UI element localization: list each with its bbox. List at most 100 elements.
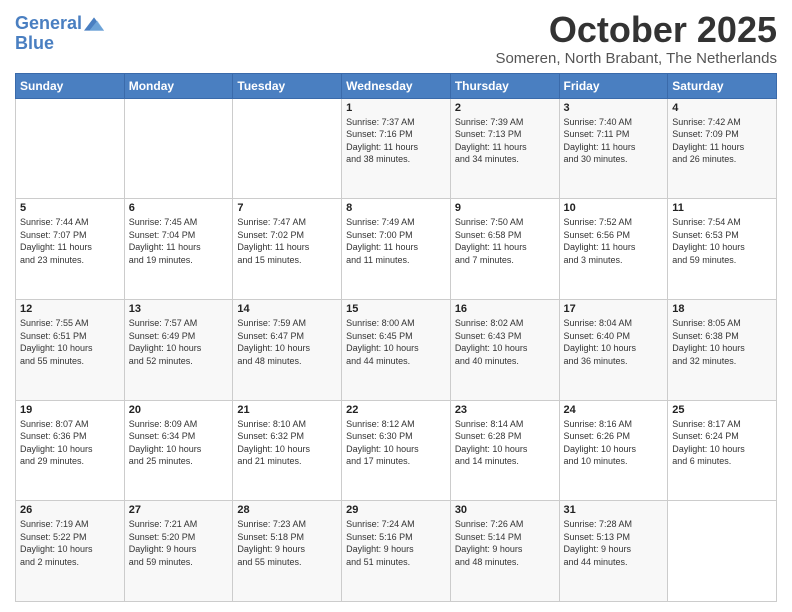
day-info: Sunrise: 7:24 AM Sunset: 5:16 PM Dayligh… (346, 518, 446, 568)
day-header-wednesday: Wednesday (342, 73, 451, 98)
day-number: 20 (129, 404, 229, 416)
day-info: Sunrise: 7:28 AM Sunset: 5:13 PM Dayligh… (564, 518, 664, 568)
calendar-cell (124, 98, 233, 199)
day-info: Sunrise: 7:39 AM Sunset: 7:13 PM Dayligh… (455, 116, 555, 166)
calendar-cell: 22Sunrise: 8:12 AM Sunset: 6:30 PM Dayli… (342, 400, 451, 501)
day-number: 25 (672, 404, 772, 416)
calendar-cell (16, 98, 125, 199)
day-info: Sunrise: 7:52 AM Sunset: 6:56 PM Dayligh… (564, 216, 664, 266)
day-number: 7 (237, 202, 337, 214)
day-header-saturday: Saturday (668, 73, 777, 98)
day-info: Sunrise: 7:57 AM Sunset: 6:49 PM Dayligh… (129, 317, 229, 367)
calendar-cell: 25 Sunrise: 8:17 AM Sunset: 6:24 PM Dayli… (668, 400, 777, 501)
calendar-cell: 6 Sunrise: 7:45 AM Sunset: 7:04 PM Daylig… (124, 199, 233, 300)
day-info: Sunrise: 7:37 AM Sunset: 7:16 PM Dayligh… (346, 116, 446, 166)
logo: General Blue (15, 14, 104, 54)
day-info: Sunrise: 8:00 AM Sunset: 6:45 PM Dayligh… (346, 317, 446, 367)
day-header-friday: Friday (559, 73, 668, 98)
day-number: 3 (564, 102, 664, 114)
day-info: Sunrise: 7:21 AM Sunset: 5:20 PM Dayligh… (129, 518, 229, 568)
day-info: Sunrise: 8:12 AM Sunset: 6:30 PM Dayligh… (346, 418, 446, 468)
day-header-sunday: Sunday (16, 73, 125, 98)
day-info: Sunrise: 8:10 AM Sunset: 6:32 PM Dayligh… (237, 418, 337, 468)
header: General Blue October 2025 Someren, North… (15, 10, 777, 67)
day-number: 6 (129, 202, 229, 214)
day-info: Sunrise: 8:16 AM Sunset: 6:26 PM Dayligh… (564, 418, 664, 468)
day-header-thursday: Thursday (450, 73, 559, 98)
calendar-cell: 13 Sunrise: 7:57 AM Sunset: 6:49 PM Dayli… (124, 299, 233, 400)
calendar-header-row: SundayMondayTuesdayWednesdayThursdayFrid… (16, 73, 777, 98)
day-number: 24 (564, 404, 664, 416)
day-info: Sunrise: 7:49 AM Sunset: 7:00 PM Dayligh… (346, 216, 446, 266)
day-info: Sunrise: 8:09 AM Sunset: 6:34 PM Dayligh… (129, 418, 229, 468)
day-info: Sunrise: 7:19 AM Sunset: 5:22 PM Dayligh… (20, 518, 120, 568)
day-info: Sunrise: 7:40 AM Sunset: 7:11 PM Dayligh… (564, 116, 664, 166)
calendar-cell: 14 Sunrise: 7:59 AM Sunset: 6:47 PM Dayli… (233, 299, 342, 400)
day-info: Sunrise: 7:45 AM Sunset: 7:04 PM Dayligh… (129, 216, 229, 266)
calendar-cell: 10 Sunrise: 7:52 AM Sunset: 6:56 PM Dayli… (559, 199, 668, 300)
day-number: 11 (672, 202, 772, 214)
day-header-monday: Monday (124, 73, 233, 98)
calendar-cell: 1 Sunrise: 7:37 AM Sunset: 7:16 PM Daylig… (342, 98, 451, 199)
calendar-cell: 28Sunrise: 7:23 AM Sunset: 5:18 PM Dayli… (233, 501, 342, 602)
calendar-week-4: 26Sunrise: 7:19 AM Sunset: 5:22 PM Dayli… (16, 501, 777, 602)
calendar-cell: 21 Sunrise: 8:10 AM Sunset: 6:32 PM Dayli… (233, 400, 342, 501)
day-info: Sunrise: 8:07 AM Sunset: 6:36 PM Dayligh… (20, 418, 120, 468)
day-number: 4 (672, 102, 772, 114)
day-info: Sunrise: 7:26 AM Sunset: 5:14 PM Dayligh… (455, 518, 555, 568)
day-number: 8 (346, 202, 446, 214)
day-number: 23 (455, 404, 555, 416)
calendar-cell: 31 Sunrise: 7:28 AM Sunset: 5:13 PM Dayli… (559, 501, 668, 602)
calendar-cell: 23 Sunrise: 8:14 AM Sunset: 6:28 PM Dayli… (450, 400, 559, 501)
day-info: Sunrise: 7:50 AM Sunset: 6:58 PM Dayligh… (455, 216, 555, 266)
calendar-cell (233, 98, 342, 199)
page: General Blue October 2025 Someren, North… (0, 0, 792, 612)
day-number: 5 (20, 202, 120, 214)
day-number: 10 (564, 202, 664, 214)
day-info: Sunrise: 7:42 AM Sunset: 7:09 PM Dayligh… (672, 116, 772, 166)
calendar-cell: 17Sunrise: 8:04 AM Sunset: 6:40 PM Dayli… (559, 299, 668, 400)
day-number: 12 (20, 303, 120, 315)
day-info: Sunrise: 7:59 AM Sunset: 6:47 PM Dayligh… (237, 317, 337, 367)
day-info: Sunrise: 7:47 AM Sunset: 7:02 PM Dayligh… (237, 216, 337, 266)
calendar-cell: 3 Sunrise: 7:40 AM Sunset: 7:11 PM Daylig… (559, 98, 668, 199)
day-number: 28 (237, 504, 337, 516)
day-info: Sunrise: 8:02 AM Sunset: 6:43 PM Dayligh… (455, 317, 555, 367)
day-number: 1 (346, 102, 446, 114)
day-number: 9 (455, 202, 555, 214)
calendar-cell: 4 Sunrise: 7:42 AM Sunset: 7:09 PM Daylig… (668, 98, 777, 199)
calendar-cell (668, 501, 777, 602)
day-number: 31 (564, 504, 664, 516)
logo-text-blue: Blue (15, 34, 104, 54)
calendar-week-2: 12 Sunrise: 7:55 AM Sunset: 6:51 PM Dayli… (16, 299, 777, 400)
day-info: Sunrise: 8:14 AM Sunset: 6:28 PM Dayligh… (455, 418, 555, 468)
calendar-cell: 30 Sunrise: 7:26 AM Sunset: 5:14 PM Dayli… (450, 501, 559, 602)
day-info: Sunrise: 8:04 AM Sunset: 6:40 PM Dayligh… (564, 317, 664, 367)
day-number: 15 (346, 303, 446, 315)
calendar-week-1: 5Sunrise: 7:44 AM Sunset: 7:07 PM Daylig… (16, 199, 777, 300)
day-number: 27 (129, 504, 229, 516)
calendar-week-0: 1 Sunrise: 7:37 AM Sunset: 7:16 PM Daylig… (16, 98, 777, 199)
day-info: Sunrise: 8:17 AM Sunset: 6:24 PM Dayligh… (672, 418, 772, 468)
calendar-cell: 29 Sunrise: 7:24 AM Sunset: 5:16 PM Dayli… (342, 501, 451, 602)
calendar-cell: 15 Sunrise: 8:00 AM Sunset: 6:45 PM Dayli… (342, 299, 451, 400)
calendar-cell: 7 Sunrise: 7:47 AM Sunset: 7:02 PM Daylig… (233, 199, 342, 300)
day-number: 2 (455, 102, 555, 114)
day-number: 18 (672, 303, 772, 315)
day-header-tuesday: Tuesday (233, 73, 342, 98)
calendar-cell: 11Sunrise: 7:54 AM Sunset: 6:53 PM Dayli… (668, 199, 777, 300)
day-number: 21 (237, 404, 337, 416)
calendar-cell: 20 Sunrise: 8:09 AM Sunset: 6:34 PM Dayli… (124, 400, 233, 501)
day-number: 14 (237, 303, 337, 315)
month-title: October 2025 (495, 10, 777, 50)
day-info: Sunrise: 7:55 AM Sunset: 6:51 PM Dayligh… (20, 317, 120, 367)
day-number: 19 (20, 404, 120, 416)
day-number: 13 (129, 303, 229, 315)
day-number: 29 (346, 504, 446, 516)
calendar-cell: 9 Sunrise: 7:50 AM Sunset: 6:58 PM Daylig… (450, 199, 559, 300)
title-block: October 2025 Someren, North Brabant, The… (495, 10, 777, 67)
calendar-cell: 27 Sunrise: 7:21 AM Sunset: 5:20 PM Dayli… (124, 501, 233, 602)
day-number: 30 (455, 504, 555, 516)
location: Someren, North Brabant, The Netherlands (495, 50, 777, 67)
day-number: 16 (455, 303, 555, 315)
